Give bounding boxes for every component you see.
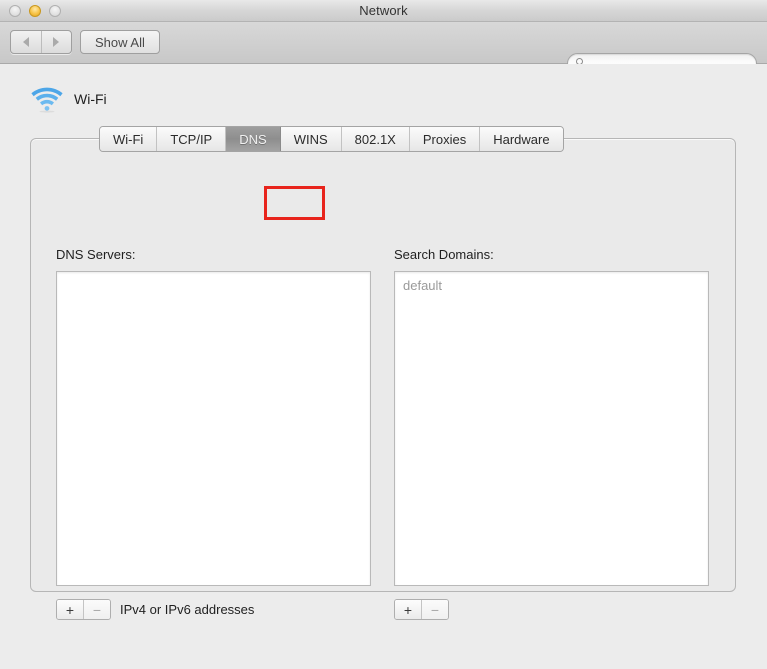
network-preferences-window: Network Show All Wi-Fi Wi-Fi TCP/IP DNS … bbox=[0, 0, 767, 669]
back-button[interactable] bbox=[11, 31, 42, 53]
service-header: Wi-Fi bbox=[30, 85, 107, 113]
preference-pane-content: Wi-Fi Wi-Fi TCP/IP DNS WINS 802.1X Proxi… bbox=[0, 64, 767, 669]
triangle-right-icon bbox=[53, 37, 60, 47]
remove-dns-server-button[interactable]: − bbox=[83, 600, 110, 619]
dns-servers-hint-label: IPv4 or IPv6 addresses bbox=[120, 602, 255, 617]
toolbar: Show All bbox=[0, 22, 767, 74]
navigation-segmented-control[interactable] bbox=[10, 30, 72, 54]
tab-tcpip[interactable]: TCP/IP bbox=[157, 127, 227, 151]
window-title: Network bbox=[359, 3, 408, 18]
tab-wifi[interactable]: Wi-Fi bbox=[100, 127, 158, 151]
remove-search-domain-button[interactable]: − bbox=[421, 600, 448, 619]
tab-hardware[interactable]: Hardware bbox=[480, 127, 563, 151]
search-domains-placeholder-text: default bbox=[403, 278, 443, 293]
wifi-icon bbox=[31, 87, 63, 113]
tab-wins[interactable]: WINS bbox=[280, 127, 342, 151]
search-domains-stepper-group: + − bbox=[394, 599, 449, 620]
add-dns-server-button[interactable]: + bbox=[57, 600, 83, 619]
tab-dns[interactable]: DNS bbox=[226, 127, 281, 151]
window-titlebar: Network bbox=[0, 0, 767, 22]
tab-proxies[interactable]: Proxies bbox=[409, 127, 481, 151]
triangle-left-icon bbox=[22, 37, 29, 47]
dns-servers-stepper-group: + − bbox=[56, 599, 111, 620]
forward-button[interactable] bbox=[42, 31, 72, 53]
dns-servers-label: DNS Servers: bbox=[56, 247, 136, 262]
search-domains-label: Search Domains: bbox=[394, 247, 494, 262]
dns-servers-list[interactable] bbox=[56, 271, 371, 586]
tab-8021x[interactable]: 802.1X bbox=[341, 127, 410, 151]
service-name-label: Wi-Fi bbox=[74, 91, 107, 107]
tab-strip: Wi-Fi TCP/IP DNS WINS 802.1X Proxies Har… bbox=[99, 126, 564, 152]
show-all-button[interactable]: Show All bbox=[80, 30, 160, 54]
add-search-domain-button[interactable]: + bbox=[395, 600, 421, 619]
search-domains-list[interactable]: default bbox=[394, 271, 709, 586]
